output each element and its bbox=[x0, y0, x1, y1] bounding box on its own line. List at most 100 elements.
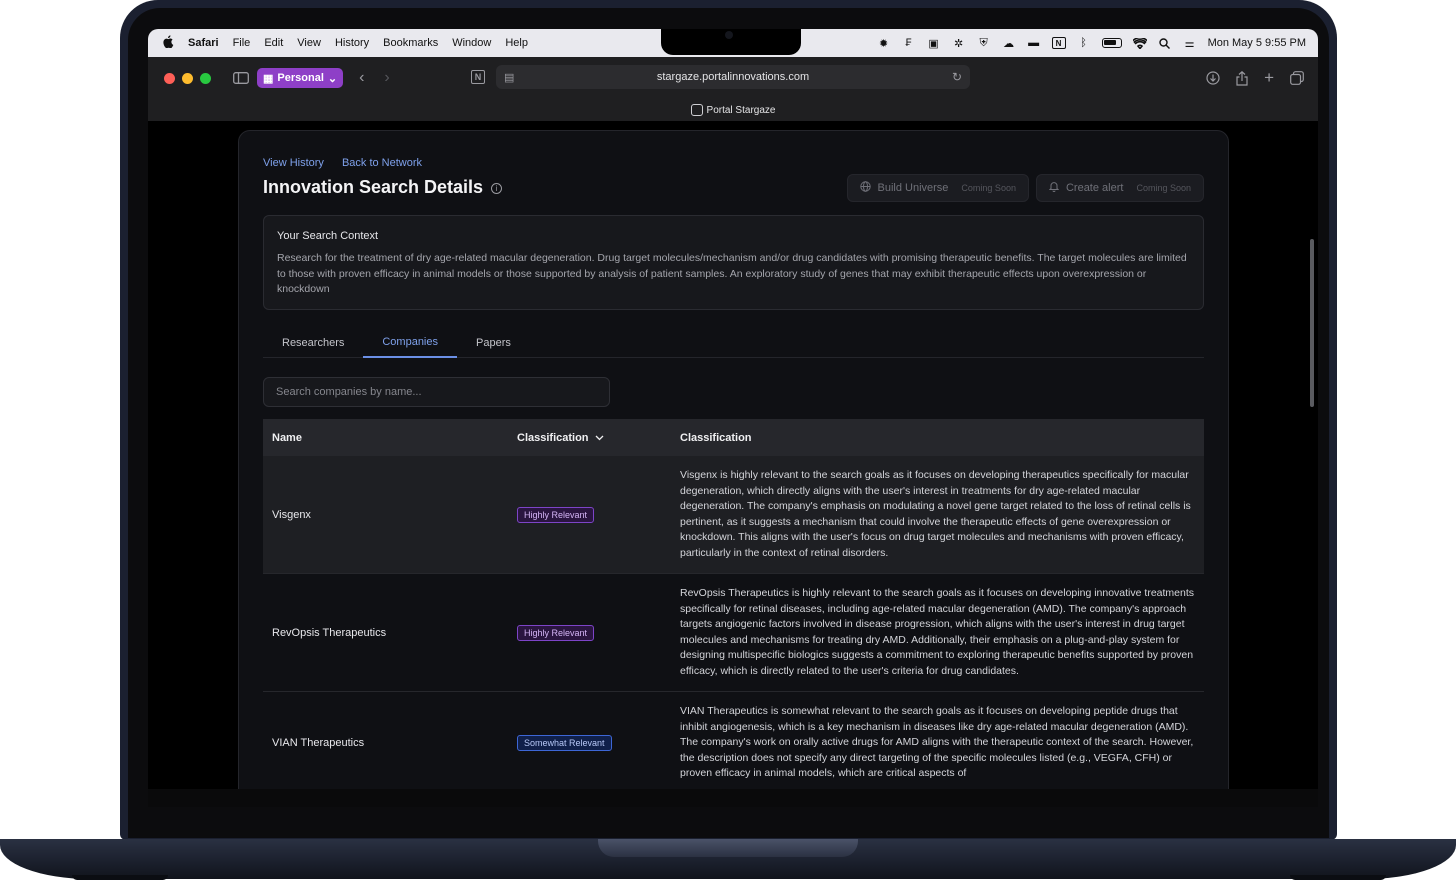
minimize-window-button[interactable] bbox=[182, 72, 193, 84]
menu-help[interactable]: Help bbox=[505, 37, 528, 49]
table-row[interactable]: RevOpsis Therapeutics Highly Relevant Re… bbox=[263, 574, 1204, 692]
company-name: Visgenx bbox=[272, 508, 311, 521]
butterfly-icon[interactable]: ✲ bbox=[952, 37, 966, 50]
profile-label: Personal bbox=[277, 72, 324, 84]
back-to-network-link[interactable]: Back to Network bbox=[342, 157, 422, 169]
bluetooth-icon[interactable]: ᛒ bbox=[1077, 37, 1091, 49]
company-name: RevOpsis Therapeutics bbox=[272, 626, 387, 639]
build-universe-button[interactable]: Build Universe Coming Soon bbox=[846, 174, 1029, 202]
laptop-hinge-notch bbox=[598, 839, 858, 857]
laptop-foot-right bbox=[1290, 875, 1386, 880]
tab-favicon-icon bbox=[690, 104, 703, 116]
title-row: Innovation Search Details i bbox=[263, 177, 503, 198]
control-center-icon[interactable]: ⚌ bbox=[1183, 37, 1197, 50]
menu-bookmarks[interactable]: Bookmarks bbox=[383, 37, 438, 49]
relevance-badge: Somewhat Relevant bbox=[517, 734, 612, 751]
company-name: VIAN Therapeutics bbox=[272, 736, 365, 749]
toolbar-right: + bbox=[1206, 57, 1304, 99]
search-icon[interactable] bbox=[1158, 37, 1172, 49]
coming-soon-badge: Coming Soon bbox=[961, 183, 1016, 193]
globe-icon bbox=[859, 181, 871, 195]
create-alert-label: Create alert bbox=[1065, 182, 1124, 194]
classification-cell: Highly Relevant bbox=[508, 624, 671, 641]
table-row[interactable]: Visgenx Highly Relevant Visgenx is highl… bbox=[263, 456, 1204, 574]
page-title: Innovation Search Details bbox=[263, 177, 484, 197]
browser-tab-title[interactable]: Portal Stargaze bbox=[707, 105, 776, 116]
wifi-icon[interactable] bbox=[1132, 37, 1147, 49]
chevron-down-icon bbox=[595, 432, 604, 444]
car-icon[interactable]: ▬ bbox=[1027, 37, 1041, 49]
create-alert-button[interactable]: Create alert Coming Soon bbox=[1035, 174, 1204, 202]
back-arrow-icon[interactable]: ‹ bbox=[359, 69, 364, 87]
classification-cell: Somewhat Relevant bbox=[508, 734, 671, 751]
calendar-icon[interactable]: ▣ bbox=[927, 37, 941, 50]
window-controls bbox=[164, 72, 211, 84]
page-scrollbar[interactable] bbox=[1310, 239, 1314, 407]
profile-button[interactable]: ▦ Personal ⌄ bbox=[257, 68, 344, 88]
notion-extension-icon[interactable]: N bbox=[471, 70, 485, 84]
new-tab-icon[interactable]: + bbox=[1264, 68, 1274, 88]
menu-window[interactable]: Window bbox=[452, 37, 491, 49]
menu-clock[interactable]: Mon May 5 9:55 PM bbox=[1208, 37, 1306, 49]
status-icons: ✹ ₣ ▣ ✲ ⛨ ☁ ▬ N ᛒ ⚌ Mon May 5 9:55 PM bbox=[877, 29, 1306, 57]
bell-icon bbox=[1048, 181, 1060, 195]
search-context-box: Your Search Context Research for the tre… bbox=[263, 215, 1204, 310]
info-icon[interactable]: i bbox=[491, 183, 503, 194]
app-icon[interactable]: ₣ bbox=[902, 37, 916, 49]
table-row[interactable]: VIAN Therapeutics Somewhat Relevant VIAN… bbox=[263, 692, 1204, 789]
table-header: Name Classification Classification bbox=[263, 419, 1204, 456]
header-actions: Build Universe Coming Soon Create alert … bbox=[846, 174, 1204, 202]
tab-researchers[interactable]: Researchers bbox=[263, 327, 363, 358]
download-icon[interactable] bbox=[1206, 71, 1220, 85]
coming-soon-badge: Coming Soon bbox=[1136, 183, 1191, 193]
cloud-icon[interactable]: ☁ bbox=[1002, 37, 1016, 50]
gear-icon[interactable]: ✹ bbox=[877, 37, 891, 50]
content-card: View History Back to Network Innovation … bbox=[238, 130, 1229, 789]
laptop-foot-left bbox=[72, 875, 168, 880]
notion-icon[interactable]: N bbox=[1051, 37, 1066, 49]
menu-edit[interactable]: Edit bbox=[264, 37, 283, 49]
breadcrumb-links: View History Back to Network bbox=[263, 157, 422, 169]
reload-icon[interactable]: ↻ bbox=[952, 70, 962, 84]
company-search-input[interactable] bbox=[263, 377, 610, 407]
companies-table: Name Classification Classification Visge… bbox=[263, 419, 1204, 789]
browser-toolbar: ▦ Personal ⌄ ‹ › N ▤ stargaze.portalinno… bbox=[148, 57, 1318, 99]
build-universe-label: Build Universe bbox=[877, 182, 949, 194]
share-icon[interactable] bbox=[1236, 70, 1248, 86]
shield-icon[interactable]: ⛨ bbox=[977, 37, 991, 49]
close-window-button[interactable] bbox=[164, 72, 175, 84]
classification-cell: Highly Relevant bbox=[508, 506, 671, 523]
forward-arrow-icon[interactable]: › bbox=[384, 69, 389, 87]
relevance-badge: Highly Relevant bbox=[517, 506, 595, 523]
sidebar-toggle-icon[interactable] bbox=[233, 72, 249, 84]
screen: Safari File Edit View History Bookmarks … bbox=[148, 29, 1318, 789]
screen-chin bbox=[148, 789, 1318, 807]
company-description: Visgenx is highly relevant to the search… bbox=[680, 469, 1191, 559]
web-page: View History Back to Network Innovation … bbox=[148, 121, 1318, 789]
profile-icon: ▦ bbox=[263, 72, 274, 85]
zoom-window-button[interactable] bbox=[200, 72, 211, 84]
address-bar[interactable]: ▤ stargaze.portalinnovations.com ↻ bbox=[496, 65, 970, 89]
tab-companies[interactable]: Companies bbox=[363, 327, 457, 358]
menu-history[interactable]: History bbox=[335, 37, 369, 49]
page-menu-icon[interactable]: ▤ bbox=[504, 71, 514, 84]
header-classification-label: Classification bbox=[517, 431, 589, 444]
tab-papers[interactable]: Papers bbox=[457, 327, 530, 358]
header-description: Classification bbox=[680, 431, 752, 444]
menu-safari[interactable]: Safari bbox=[188, 37, 219, 49]
search-context-title: Your Search Context bbox=[277, 230, 379, 242]
tab-overview-icon[interactable] bbox=[1290, 71, 1304, 85]
company-description: RevOpsis Therapeutics is highly relevant… bbox=[680, 587, 1195, 677]
apple-icon[interactable] bbox=[162, 35, 176, 51]
company-description: VIAN Therapeutics is somewhat relevant t… bbox=[680, 705, 1194, 779]
chevron-down-icon: ⌄ bbox=[327, 72, 338, 85]
result-tabs: Researchers Companies Papers bbox=[263, 327, 1204, 358]
menu-view[interactable]: View bbox=[297, 37, 321, 49]
tab-strip: Portal Stargaze bbox=[148, 99, 1318, 121]
header-name[interactable]: Name bbox=[263, 432, 508, 444]
menu-file[interactable]: File bbox=[233, 37, 251, 49]
camera-icon bbox=[725, 31, 733, 39]
header-classification[interactable]: Classification bbox=[508, 432, 671, 444]
view-history-link[interactable]: View History bbox=[263, 157, 324, 169]
battery-icon[interactable] bbox=[1101, 38, 1122, 48]
